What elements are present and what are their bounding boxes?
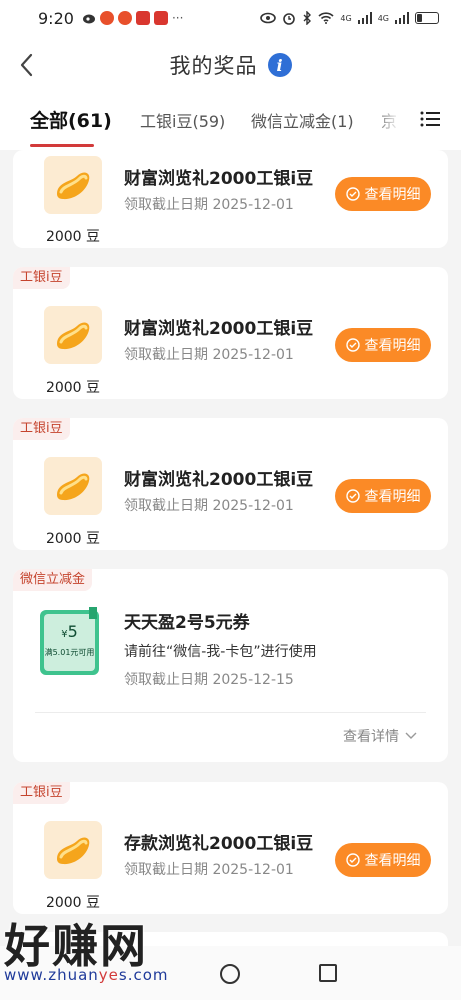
prize-type-tag: 工银i豆	[13, 782, 70, 804]
prize-card[interactable]: 工银i豆 2000 豆 存款浏览礼2000工银i豆 领取截止日期 2025-12…	[13, 782, 448, 914]
bluetooth-icon	[303, 11, 312, 25]
claim-deadline: 领取截止日期 2025-12-01	[124, 498, 294, 514]
bean-amount: 2000 豆	[45, 531, 101, 547]
check-circle-icon	[345, 853, 360, 867]
list-menu-icon	[420, 111, 440, 127]
prize-name: 存款浏览礼2000工银i豆	[124, 834, 314, 854]
weibo-icon	[117, 11, 132, 25]
check-circle-icon	[345, 489, 360, 503]
view-more-link[interactable]: 查看详情	[343, 726, 417, 746]
bookmark-icon	[89, 607, 97, 619]
site-watermark: 好赚网 www.zhuanyes.com	[4, 910, 194, 990]
coupon-amount: 5	[67, 622, 78, 641]
prize-type-tag: 微信立减金	[13, 569, 93, 591]
bean-image	[44, 306, 102, 364]
view-details-label: 查看明细	[364, 187, 421, 203]
prize-name: 财富浏览礼2000工银i豆	[124, 319, 314, 339]
bean-amount: 2000 豆	[45, 380, 101, 396]
coupon-usage: 请前往“微信-我-卡包”进行使用	[124, 644, 317, 660]
tab-all[interactable]: 全部(61)	[30, 106, 112, 133]
bean-image	[44, 821, 102, 879]
category-tabs: 全部(61) 工银i豆(59) 微信立减金(1) 京	[0, 94, 461, 150]
system-icons: 4G 4G	[260, 11, 439, 25]
page-header: 我的奖品 i	[0, 36, 461, 94]
signal-icon	[395, 12, 409, 24]
active-tab-indicator	[30, 144, 94, 147]
back-button[interactable]	[14, 48, 44, 82]
chevron-down-icon	[405, 732, 417, 739]
watermark-url-prefix: www.zhuan	[4, 966, 99, 984]
prize-card[interactable]: 工银i豆 2000 豆 财富浏览礼2000工银i豆 领取截止日期 2025-12…	[13, 267, 448, 399]
view-details-button[interactable]: 查看明细	[335, 177, 431, 211]
view-details-button[interactable]: 查看明细	[335, 479, 431, 513]
recent-apps-button[interactable]	[319, 964, 337, 982]
golden-bean-icon	[57, 837, 90, 865]
app-icon	[135, 11, 150, 25]
tab-menu-button[interactable]	[420, 110, 440, 128]
weibo-icon	[99, 11, 114, 25]
more-dots-icon: ···	[171, 11, 184, 25]
golden-bean-icon	[57, 322, 90, 350]
claim-deadline: 领取截止日期 2025-12-01	[124, 347, 294, 363]
coupon-condition: 满5.01元可用	[44, 648, 95, 657]
view-details-label: 查看明细	[364, 489, 421, 505]
battery-icon	[415, 12, 439, 24]
bean-amount: 2000 豆	[45, 229, 101, 245]
notification-icons: ···	[82, 11, 183, 25]
golden-bean-icon	[57, 172, 90, 200]
signal-icon	[357, 12, 372, 24]
prize-name: 财富浏览礼2000工银i豆	[124, 169, 314, 189]
view-details-label: 查看明细	[364, 853, 421, 869]
coupon-face: ¥5 满5.01元可用	[44, 614, 95, 671]
title-group: 我的奖品 i	[170, 50, 292, 80]
tab-fade	[372, 94, 412, 150]
alarm-icon	[283, 13, 296, 25]
network-label: 4G	[377, 13, 389, 23]
prize-card[interactable]: 2000 豆 财富浏览礼2000工银i豆 领取截止日期 2025-12-01 查…	[13, 150, 448, 248]
coupon-name: 天天盈2号5元券	[124, 613, 250, 633]
check-circle-icon	[345, 338, 360, 352]
weibo-icon	[82, 14, 95, 24]
coupon-value: ¥5	[44, 622, 95, 641]
divider	[35, 712, 426, 713]
app-icon	[153, 11, 168, 25]
golden-bean-icon	[57, 473, 90, 501]
bean-image	[44, 457, 102, 515]
prize-type-tag: 工银i豆	[13, 418, 70, 440]
status-time: 9:20	[38, 8, 74, 28]
bean-amount: 2000 豆	[45, 895, 101, 911]
tab-icbc-beans[interactable]: 工银i豆(59)	[140, 108, 225, 132]
view-details-button[interactable]: 查看明细	[335, 843, 431, 877]
claim-deadline: 领取截止日期 2025-12-01	[124, 197, 294, 213]
eye-icon	[260, 12, 277, 24]
prize-card[interactable]: 工银i豆 2000 豆 财富浏览礼2000工银i豆 领取截止日期 2025-12…	[13, 418, 448, 550]
watermark-url-highlight: ye	[98, 966, 119, 984]
coupon-card[interactable]: 微信立减金 ¥5 满5.01元可用 天天盈2号5元券 请前往“微信-我-卡包”进…	[13, 569, 448, 762]
view-more-label: 查看详情	[343, 729, 399, 745]
view-details-button[interactable]: 查看明细	[335, 328, 431, 362]
claim-deadline: 领取截止日期 2025-12-01	[124, 862, 294, 878]
chevron-left-icon	[20, 53, 33, 77]
prize-name: 财富浏览礼2000工银i豆	[124, 470, 314, 490]
network-label: 4G	[340, 13, 352, 23]
watermark-url: www.zhuanyes.com	[4, 966, 169, 984]
coupon-image: ¥5 满5.01元可用	[40, 607, 99, 675]
tab-wechat-discount[interactable]: 微信立减金(1)	[251, 108, 354, 132]
info-icon[interactable]: i	[267, 53, 292, 77]
status-bar: 9:20 ··· 4G 4G	[0, 0, 461, 36]
page-title: 我的奖品	[169, 54, 258, 78]
wifi-icon	[318, 12, 334, 24]
claim-deadline: 领取截止日期 2025-12-15	[124, 672, 294, 688]
bean-image	[44, 156, 102, 214]
check-circle-icon	[345, 187, 360, 201]
watermark-url-suffix: s.com	[118, 966, 169, 984]
prize-type-tag: 工银i豆	[13, 267, 70, 289]
home-button[interactable]	[220, 964, 240, 984]
view-details-label: 查看明细	[364, 338, 421, 354]
